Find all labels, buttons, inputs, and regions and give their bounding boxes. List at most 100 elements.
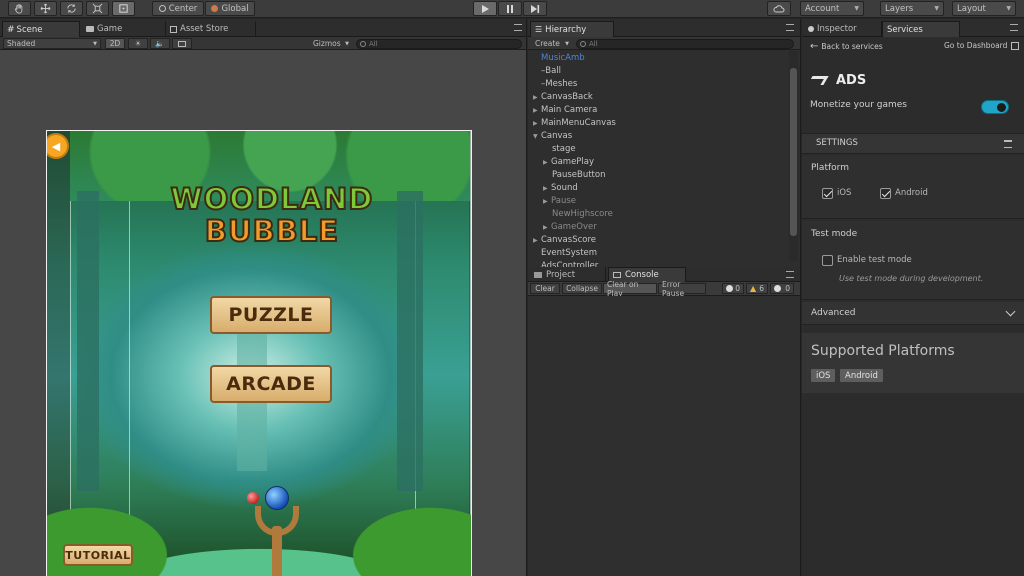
chevron-down-icon: ▼ bbox=[565, 40, 569, 47]
clear-on-play-toggle[interactable]: Clear on Play bbox=[603, 280, 657, 298]
play-icon bbox=[482, 4, 489, 13]
expand-arrow-icon[interactable]: ▶ bbox=[533, 234, 541, 247]
platform-tag-android-label: Android bbox=[845, 370, 878, 381]
collapse-arrow-icon[interactable]: ▼ bbox=[533, 130, 541, 143]
panel-menu-icon[interactable] bbox=[786, 271, 794, 278]
collapse-toggle[interactable]: Collapse bbox=[562, 283, 602, 294]
hierarchy-tree: MusicAmb –Ball –Meshes ▶ CanvasBack ▶ Main… bbox=[528, 50, 800, 271]
scene-search-placeholder: All bbox=[369, 39, 378, 48]
console-controlbar: Clear Collapse Clear on Play Error Pause… bbox=[528, 280, 800, 298]
shading-dropdown[interactable]: Shaded ▼ bbox=[3, 38, 101, 49]
cloud-icon bbox=[773, 4, 785, 12]
tab-hierarchy[interactable]: ☰ Hierarchy bbox=[530, 21, 614, 37]
pivot-center-button[interactable]: Center bbox=[152, 1, 204, 16]
go-to-dashboard-link[interactable]: Go to Dashboard bbox=[944, 41, 1020, 50]
gizmos-dropdown[interactable]: Gizmos ▼ bbox=[310, 38, 352, 49]
error-filter-toggle[interactable]: 0 bbox=[770, 283, 794, 294]
rotate-tool-button[interactable] bbox=[60, 1, 83, 16]
tab-services[interactable]: Services bbox=[882, 21, 960, 37]
pause-button[interactable] bbox=[498, 1, 522, 16]
hierarchy-scrollbar-thumb[interactable] bbox=[790, 68, 797, 236]
tab-project[interactable]: Project bbox=[530, 267, 606, 282]
image-icon bbox=[178, 40, 186, 47]
panel-menu-icon[interactable] bbox=[786, 24, 794, 31]
expand-arrow-icon[interactable]: ▶ bbox=[543, 221, 551, 234]
arcade-button[interactable]: ARCADE bbox=[210, 365, 332, 403]
effects-dropdown[interactable] bbox=[172, 38, 192, 49]
tree-item[interactable]: ▶ Pause bbox=[528, 195, 788, 208]
tree-item[interactable]: ▶ Main Camera bbox=[528, 104, 788, 117]
layers-dropdown[interactable]: Layers ▼ bbox=[880, 1, 944, 16]
ios-checkbox[interactable] bbox=[822, 188, 833, 199]
scene-search-input[interactable]: All bbox=[356, 38, 522, 49]
tree-item[interactable]: ▶ Sound bbox=[528, 182, 788, 195]
expand-arrow-icon[interactable]: ▶ bbox=[543, 195, 551, 208]
audio-toggle[interactable]: 🔈 bbox=[150, 38, 170, 49]
tab-game[interactable]: Game bbox=[82, 21, 166, 37]
enable-test-mode-checkbox[interactable] bbox=[822, 255, 833, 266]
console-log-area[interactable] bbox=[528, 296, 800, 576]
tab-hierarchy-label: Hierarchy bbox=[545, 24, 587, 35]
scale-tool-button[interactable] bbox=[86, 1, 109, 16]
android-checkbox[interactable] bbox=[880, 188, 891, 199]
tree-item[interactable]: ▶ MainMenuCanvas bbox=[528, 117, 788, 130]
panel-menu-icon[interactable] bbox=[514, 24, 522, 31]
tree-item[interactable]: –Ball bbox=[528, 65, 788, 78]
pause-game-button[interactable]: ❚❚ bbox=[471, 133, 472, 159]
lighting-toggle[interactable]: ☀ bbox=[128, 38, 148, 49]
menu-icon[interactable] bbox=[1004, 140, 1012, 148]
space-global-button[interactable]: Global bbox=[205, 1, 255, 16]
tree-item[interactable]: –Meshes bbox=[528, 78, 788, 91]
play-button[interactable] bbox=[473, 1, 497, 16]
tree-item[interactable]: ▶ CanvasScore bbox=[528, 234, 788, 247]
hand-tool-button[interactable] bbox=[8, 1, 31, 16]
expand-arrow-icon[interactable]: ▶ bbox=[533, 104, 541, 117]
expand-arrow-icon[interactable]: ▶ bbox=[543, 156, 551, 169]
globe-icon bbox=[211, 5, 219, 12]
move-tool-button[interactable] bbox=[34, 1, 57, 16]
tree-item[interactable]: NewHighscore bbox=[528, 208, 788, 221]
info-filter-toggle[interactable]: 0 bbox=[722, 283, 744, 294]
warning-filter-toggle[interactable]: ▲ 6 bbox=[746, 283, 768, 294]
red-bubble bbox=[247, 492, 259, 504]
advanced-section[interactable]: Advanced bbox=[802, 302, 1024, 325]
create-dropdown[interactable]: Create ▼ bbox=[532, 38, 572, 49]
tree-item[interactable]: ▶ GameOver bbox=[528, 221, 788, 234]
account-label: Account bbox=[805, 3, 840, 14]
tutorial-button[interactable]: TUTORIAL bbox=[63, 544, 133, 566]
tree-item[interactable]: ▶ CanvasBack bbox=[528, 91, 788, 104]
scene-controlbar: Shaded ▼ 2D ☀ 🔈 Gizmos ▼ All bbox=[0, 37, 526, 50]
mode-2d-toggle[interactable]: 2D bbox=[105, 38, 125, 49]
ads-enable-toggle[interactable] bbox=[981, 100, 1009, 114]
account-dropdown[interactable]: Account ▼ bbox=[800, 1, 864, 16]
layout-dropdown[interactable]: Layout ▼ bbox=[952, 1, 1016, 16]
tab-scene[interactable]: # Scene bbox=[2, 21, 80, 37]
tree-item[interactable]: stage bbox=[528, 143, 788, 156]
step-button[interactable] bbox=[523, 1, 547, 16]
tree-item[interactable]: EventSystem bbox=[528, 247, 788, 260]
expand-arrow-icon[interactable]: ▶ bbox=[533, 91, 541, 104]
tab-asset-store[interactable]: Asset Store bbox=[166, 21, 256, 37]
cloud-button[interactable] bbox=[767, 1, 791, 16]
scene-tabbar: # Scene Game Asset Store bbox=[0, 19, 526, 37]
back-to-services-link[interactable]: ← Back to services bbox=[810, 41, 883, 52]
hierarchy-search-input[interactable]: All bbox=[576, 38, 794, 49]
expand-arrow-icon[interactable]: ▶ bbox=[533, 117, 541, 130]
game-title-line2: BUBBLE bbox=[204, 214, 340, 248]
tree-item[interactable]: MusicAmb bbox=[528, 52, 788, 65]
expand-arrow-icon[interactable]: ▶ bbox=[543, 182, 551, 195]
tree-item[interactable]: ▶ GamePlay bbox=[528, 156, 788, 169]
dashboard-label: Go to Dashboard bbox=[944, 41, 1008, 50]
tab-inspector[interactable]: Inspector bbox=[804, 21, 882, 37]
game-canvas[interactable]: ◀ ❚❚ WOODLAND BUBBLE PUZZLE ARCADE TUTOR… bbox=[46, 130, 472, 576]
game-title-line1: WOODLAND bbox=[170, 182, 374, 216]
clear-button[interactable]: Clear bbox=[530, 283, 560, 294]
error-pause-toggle[interactable]: Error Pause bbox=[658, 280, 706, 298]
tree-item[interactable]: PauseButton bbox=[528, 169, 788, 182]
step-icon bbox=[531, 4, 540, 13]
puzzle-button[interactable]: PUZZLE bbox=[210, 296, 332, 334]
supported-platforms-section: Supported Platforms iOS Android bbox=[802, 333, 1024, 393]
panel-menu-icon[interactable] bbox=[1010, 24, 1018, 31]
tree-item[interactable]: ▼ Canvas bbox=[528, 130, 788, 143]
rect-tool-button[interactable] bbox=[112, 1, 135, 16]
